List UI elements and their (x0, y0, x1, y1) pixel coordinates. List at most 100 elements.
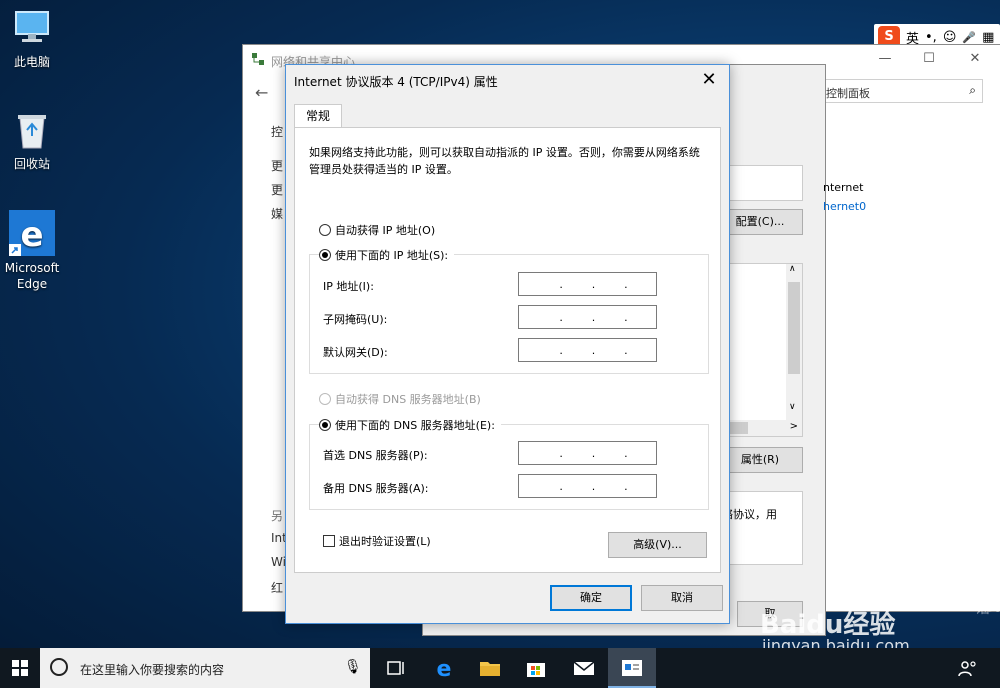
ip-dot: . (559, 310, 563, 324)
search-input[interactable]: 控制面板 (826, 85, 870, 101)
description-text: 络协议，用 (722, 508, 777, 521)
auto-ip-radio[interactable] (319, 224, 331, 236)
search-icon[interactable]: ⌕ (969, 83, 976, 98)
validate-on-exit-option[interactable]: 退出时验证设置(L) (323, 533, 431, 549)
desktop-icon-label: 回收站 (13, 157, 50, 171)
scroll-down-icon[interactable]: ∨ (789, 402, 796, 412)
close-button[interactable]: ✕ (965, 51, 985, 67)
search-control-panel[interactable]: 控制面板 ⌕ (821, 79, 983, 103)
manual-dns-radio[interactable] (319, 419, 331, 431)
auto-dns-option[interactable]: 自动获得 DNS 服务器地址(B) (319, 391, 481, 407)
ok-button[interactable]: 确定 (550, 585, 632, 611)
scroll-right-icon[interactable]: > (790, 421, 798, 432)
preferred-dns-label: 首选 DNS 服务器(P): (323, 449, 428, 462)
sidebar-text[interactable]: Wi (271, 555, 286, 569)
task-view-icon[interactable] (384, 656, 408, 680)
scrollbar-thumb[interactable] (788, 282, 800, 374)
subnet-mask-field[interactable]: ... (518, 305, 657, 329)
sidebar-text[interactable]: 红 (271, 579, 283, 596)
file-explorer-icon[interactable] (478, 656, 502, 680)
ip-address-field[interactable]: ... (518, 272, 657, 296)
general-tab-panel: 如果网络支持此功能，则可以获取自动指派的 IP 设置。否则，你需要从网络系统管理… (294, 127, 721, 573)
desktop-icon-label: 此电脑 (13, 55, 50, 69)
microphone-icon[interactable]: 🎤 (962, 31, 976, 44)
store-icon[interactable] (524, 656, 548, 680)
dialog-title: Internet 协议版本 4 (TCP/IPv4) 属性 (294, 75, 498, 89)
sidebar-text: 另 (271, 509, 284, 523)
ip-dot: . (591, 446, 596, 460)
start-button[interactable] (0, 648, 40, 688)
mail-icon[interactable] (572, 656, 596, 680)
scrollbar[interactable]: ∧ ∨ (786, 264, 802, 436)
ip-address-label: IP 地址(I): (323, 280, 374, 293)
scroll-up-icon[interactable]: ∧ (789, 264, 796, 274)
windows-logo-icon (12, 660, 28, 676)
back-arrow-icon[interactable]: ← (255, 83, 268, 102)
ip-dot: . (591, 310, 596, 324)
ip-dot: . (559, 277, 563, 291)
recycle-bin-icon (10, 108, 54, 152)
minimize-button[interactable]: — (875, 51, 895, 67)
tab-general[interactable]: 常规 (294, 104, 342, 128)
network-settings-icon (622, 660, 642, 676)
ip-dot: . (559, 479, 563, 493)
taskbar: 在这里输入你要搜索的内容 🎙 e (0, 648, 1000, 688)
emoji-icon[interactable]: ☺ (943, 30, 957, 45)
manual-ip-radio[interactable] (319, 249, 331, 261)
auto-dns-label: 自动获得 DNS 服务器地址(B) (335, 393, 481, 406)
ip-dot: . (591, 343, 596, 357)
edge-icon: e (9, 210, 55, 256)
desktop-icon-label: Microsoft Edge (4, 261, 60, 291)
punctuation-icon[interactable]: •, (925, 30, 937, 45)
ip-dot: . (624, 343, 628, 357)
ip-dot: . (624, 446, 628, 460)
sidebar-text[interactable]: 更 (271, 181, 283, 198)
cancel-button[interactable]: 取消 (641, 585, 723, 611)
ip-dot: . (624, 310, 628, 324)
manual-ip-option[interactable]: 使用下面的 IP 地址(S): (319, 247, 455, 263)
manual-dns-label: 使用下面的 DNS 服务器地址(E): (335, 419, 495, 432)
search-input[interactable]: 在这里输入你要搜索的内容 (80, 661, 224, 678)
adapter-link[interactable]: hernet0 (823, 200, 866, 213)
manual-ip-label: 使用下面的 IP 地址(S): (335, 249, 449, 262)
desktop-icon-recycle-bin[interactable]: 回收站 (0, 108, 64, 172)
ip-dot: . (559, 446, 563, 460)
network-icon (251, 52, 265, 66)
people-icon[interactable] (956, 656, 980, 680)
subnet-mask-label: 子网掩码(U): (323, 313, 388, 326)
close-icon[interactable]: ✕ (697, 69, 721, 90)
taskbar-search[interactable]: 在这里输入你要搜索的内容 🎙 (40, 648, 370, 688)
sidebar-text[interactable]: 控 (271, 123, 283, 140)
sidebar-text[interactable]: 媒 (271, 205, 283, 222)
desktop-icon-this-pc[interactable]: 此电脑 (0, 6, 64, 70)
ip-dot: . (624, 277, 628, 291)
alternate-dns-field[interactable]: ... (518, 474, 657, 498)
preferred-dns-field[interactable]: ... (518, 441, 657, 465)
alternate-dns-label: 备用 DNS 服务器(A): (323, 482, 429, 495)
gateway-field[interactable]: ... (518, 338, 657, 362)
dialog-description: 如果网络支持此功能，则可以获取自动指派的 IP 设置。否则，你需要从网络系统管理… (309, 146, 700, 176)
h-scrollbar[interactable]: > (718, 420, 802, 436)
ip-dot: . (559, 343, 563, 357)
desktop-icon-edge[interactable]: e Microsoft Edge (0, 210, 64, 292)
manual-dns-option[interactable]: 使用下面的 DNS 服务器地址(E): (319, 417, 501, 433)
validate-label: 退出时验证设置(L) (339, 535, 431, 548)
adapter-text: nternet (823, 181, 864, 194)
maximize-button[interactable]: ☐ (919, 51, 939, 67)
cortana-icon[interactable] (50, 658, 68, 676)
auto-ip-label: 自动获得 IP 地址(O) (335, 224, 436, 237)
ip-dot: . (591, 479, 596, 493)
auto-ip-option[interactable]: 自动获得 IP 地址(O) (319, 222, 435, 238)
sidebar-text[interactable]: 更 (271, 157, 283, 174)
grid-icon[interactable]: ▦ (982, 30, 994, 45)
network-connections-taskbar-item[interactable] (608, 648, 656, 688)
validate-checkbox[interactable] (323, 535, 335, 547)
activate-settings-text: 转到 (976, 600, 1000, 614)
ip-dot: . (591, 277, 596, 291)
svg-text:e: e (437, 657, 452, 680)
auto-dns-radio[interactable] (319, 393, 331, 405)
svg-text:e: e (20, 215, 43, 255)
microphone-icon[interactable]: 🎙 (344, 659, 362, 675)
advanced-button[interactable]: 高级(V)... (608, 532, 707, 558)
edge-icon[interactable]: e (432, 656, 456, 682)
